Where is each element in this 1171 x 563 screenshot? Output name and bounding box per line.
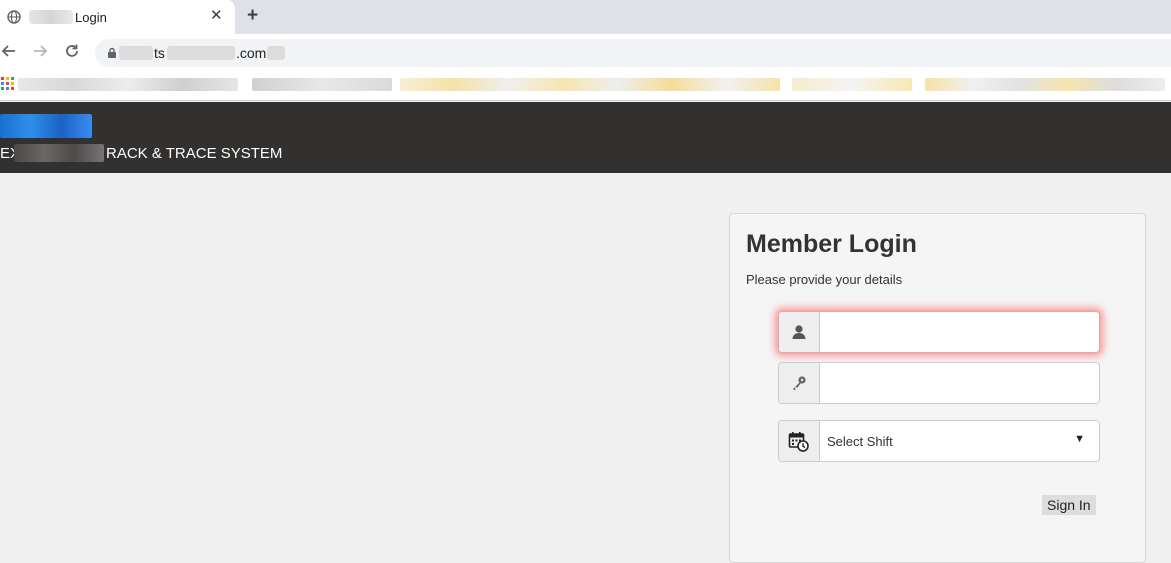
url-redacted [119,46,153,60]
new-tab-icon[interactable]: + [247,6,258,26]
system-name: RACK & TRACE SYSTEM [106,145,283,162]
username-input[interactable] [821,312,1099,352]
calendar-clock-icon [788,432,809,452]
apps-grid-icon[interactable] [1,77,14,90]
bookmark-redacted[interactable] [400,78,780,91]
chevron-down-icon: ▼ [1074,433,1085,445]
browser-toolbar: ts .com [0,34,1171,71]
bookmarks-bar [0,71,1171,101]
bookmark-redacted[interactable] [252,78,392,91]
login-card: Member Login Please provide your details [729,213,1146,563]
sign-in-button[interactable]: Sign In [1042,495,1096,515]
shift-addon [779,421,820,461]
app-logo[interactable] [0,114,92,138]
login-subtitle: Please provide your details [746,272,903,287]
app-header: EX RACK & TRACE SYSTEM [0,102,1171,173]
browser-tab[interactable]: Login ✕ [0,0,235,34]
globe-icon [7,10,21,24]
key-icon [793,376,806,391]
lock-icon [108,47,116,58]
system-name-redacted [14,144,104,162]
shift-select-value: Select Shift [827,434,893,449]
login-title: Member Login [746,230,917,258]
back-arrow-icon[interactable] [0,42,18,60]
tab-title-redacted [29,10,73,24]
username-addon [779,312,820,352]
password-addon [779,363,820,403]
url-text-part: ts [154,45,165,61]
forward-arrow-icon[interactable] [31,42,49,60]
username-field[interactable] [778,311,1100,353]
url-redacted [167,46,235,60]
password-input[interactable] [821,363,1099,403]
address-bar[interactable]: ts .com [95,39,1171,67]
url-redacted [267,46,285,60]
password-field[interactable] [778,362,1100,404]
browser-tab-strip: Login ✕ + [0,0,1171,34]
shift-select[interactable]: Select Shift ▼ [778,420,1100,462]
user-icon [792,325,806,339]
reload-icon[interactable] [63,42,81,60]
bookmark-redacted[interactable] [925,78,1165,91]
bookmark-redacted[interactable] [792,78,912,91]
bookmark-redacted[interactable] [18,78,238,91]
tab-title: Login [75,10,107,25]
tab-close-icon[interactable]: ✕ [210,8,223,24]
url-text-part: .com [236,45,267,61]
